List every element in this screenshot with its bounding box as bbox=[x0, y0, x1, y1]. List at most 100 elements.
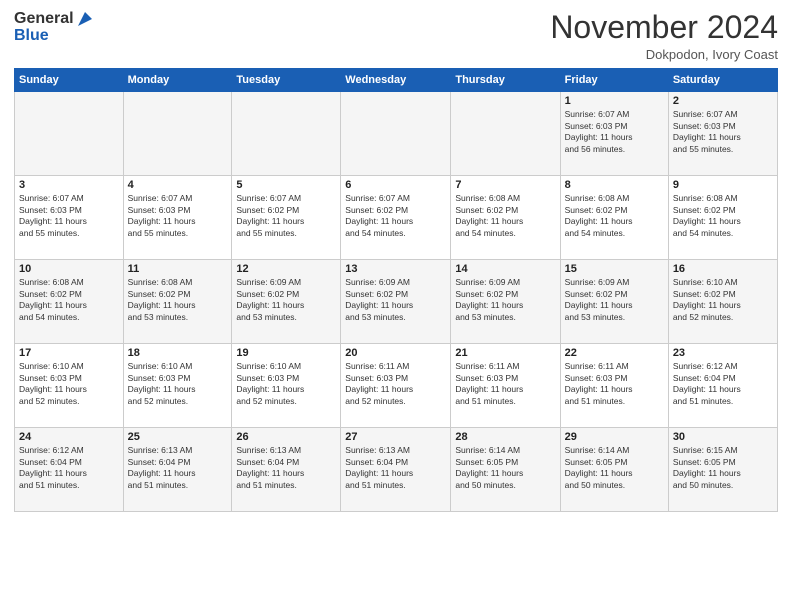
logo-blue: Blue bbox=[14, 28, 49, 44]
calendar-week-1: 1Sunrise: 6:07 AM Sunset: 6:03 PM Daylig… bbox=[15, 92, 778, 176]
day-number: 20 bbox=[345, 347, 446, 359]
day-info: Sunrise: 6:13 AM Sunset: 6:04 PM Dayligh… bbox=[345, 445, 446, 491]
day-number: 26 bbox=[236, 431, 336, 443]
calendar-cell: 10 Sunrise: 6:08 AM Sunset: 6:02 PM Dayli… bbox=[15, 260, 124, 344]
day-info: Sunrise: 6:08 AM Sunset: 6:02 PM Dayligh… bbox=[565, 193, 664, 239]
day-info: Sunrise: 6:10 AM Sunset: 6:02 PM Dayligh… bbox=[673, 277, 773, 323]
calendar-header-friday: Friday bbox=[560, 69, 668, 92]
day-number: 7 bbox=[455, 179, 555, 191]
calendar-cell: 16 Sunrise: 6:10 AM Sunset: 6:02 PM Dayli… bbox=[668, 260, 777, 344]
day-number: 21 bbox=[455, 347, 555, 359]
day-info: Sunrise: 6:11 AM Sunset: 6:03 PM Dayligh… bbox=[345, 361, 446, 407]
day-number: 5 bbox=[236, 179, 336, 191]
calendar-header-sunday: Sunday bbox=[15, 69, 124, 92]
calendar-cell: 27Sunrise: 6:13 AM Sunset: 6:04 PM Dayli… bbox=[341, 428, 451, 512]
calendar-cell: 11Sunrise: 6:08 AM Sunset: 6:02 PM Dayli… bbox=[123, 260, 232, 344]
day-number: 24 bbox=[19, 431, 119, 443]
calendar-cell: 17 Sunrise: 6:10 AM Sunset: 6:03 PM Dayli… bbox=[15, 344, 124, 428]
day-info: Sunrise: 6:08 AM Sunset: 6:02 PM Dayligh… bbox=[19, 277, 119, 323]
day-info: Sunrise: 6:07 AM Sunset: 6:03 PM Dayligh… bbox=[19, 193, 119, 239]
logo-general: General bbox=[14, 10, 74, 27]
day-number: 16 bbox=[673, 263, 773, 275]
calendar-cell: 12 Sunrise: 6:09 AM Sunset: 6:02 PM Dayli… bbox=[232, 260, 341, 344]
day-number: 6 bbox=[345, 179, 446, 191]
calendar-cell: 19 Sunrise: 6:10 AM Sunset: 6:03 PM Dayli… bbox=[232, 344, 341, 428]
calendar: SundayMondayTuesdayWednesdayThursdayFrid… bbox=[14, 68, 778, 512]
day-info: Sunrise: 6:14 AM Sunset: 6:05 PM Dayligh… bbox=[455, 445, 555, 491]
day-info: Sunrise: 6:13 AM Sunset: 6:04 PM Dayligh… bbox=[128, 445, 228, 491]
calendar-cell: 26 Sunrise: 6:13 AM Sunset: 6:04 PM Dayli… bbox=[232, 428, 341, 512]
calendar-cell: 7 Sunrise: 6:08 AM Sunset: 6:02 PM Daylig… bbox=[451, 176, 560, 260]
calendar-cell: 6 Sunrise: 6:07 AM Sunset: 6:02 PM Daylig… bbox=[341, 176, 451, 260]
calendar-cell: 13Sunrise: 6:09 AM Sunset: 6:02 PM Dayli… bbox=[341, 260, 451, 344]
logo: General Blue bbox=[14, 10, 94, 44]
location: Dokpodon, Ivory Coast bbox=[550, 47, 778, 62]
day-number: 15 bbox=[565, 263, 664, 275]
day-number: 12 bbox=[236, 263, 336, 275]
calendar-header-thursday: Thursday bbox=[451, 69, 560, 92]
day-number: 3 bbox=[19, 179, 119, 191]
calendar-week-3: 10 Sunrise: 6:08 AM Sunset: 6:02 PM Dayli… bbox=[15, 260, 778, 344]
day-number: 10 bbox=[19, 263, 119, 275]
day-number: 8 bbox=[565, 179, 664, 191]
day-number: 4 bbox=[128, 179, 228, 191]
logo-icon bbox=[76, 10, 94, 28]
day-info: Sunrise: 6:07 AM Sunset: 6:03 PM Dayligh… bbox=[128, 193, 228, 239]
day-info: Sunrise: 6:07 AM Sunset: 6:02 PM Dayligh… bbox=[236, 193, 336, 239]
day-number: 2 bbox=[673, 95, 773, 107]
title-block: November 2024 Dokpodon, Ivory Coast bbox=[550, 10, 778, 62]
calendar-cell: 20 Sunrise: 6:11 AM Sunset: 6:03 PM Dayli… bbox=[341, 344, 451, 428]
calendar-cell: 18Sunrise: 6:10 AM Sunset: 6:03 PM Dayli… bbox=[123, 344, 232, 428]
day-number: 28 bbox=[455, 431, 555, 443]
calendar-week-2: 3 Sunrise: 6:07 AM Sunset: 6:03 PM Daylig… bbox=[15, 176, 778, 260]
day-info: Sunrise: 6:08 AM Sunset: 6:02 PM Dayligh… bbox=[455, 193, 555, 239]
day-number: 14 bbox=[455, 263, 555, 275]
day-info: Sunrise: 6:09 AM Sunset: 6:02 PM Dayligh… bbox=[565, 277, 664, 323]
calendar-cell: 2Sunrise: 6:07 AM Sunset: 6:03 PM Daylig… bbox=[668, 92, 777, 176]
day-number: 25 bbox=[128, 431, 228, 443]
day-number: 30 bbox=[673, 431, 773, 443]
day-info: Sunrise: 6:10 AM Sunset: 6:03 PM Dayligh… bbox=[128, 361, 228, 407]
calendar-cell: 25 Sunrise: 6:13 AM Sunset: 6:04 PM Dayli… bbox=[123, 428, 232, 512]
day-info: Sunrise: 6:08 AM Sunset: 6:02 PM Dayligh… bbox=[128, 277, 228, 323]
day-info: Sunrise: 6:11 AM Sunset: 6:03 PM Dayligh… bbox=[565, 361, 664, 407]
day-number: 17 bbox=[19, 347, 119, 359]
day-number: 22 bbox=[565, 347, 664, 359]
calendar-header-tuesday: Tuesday bbox=[232, 69, 341, 92]
calendar-header-row: SundayMondayTuesdayWednesdayThursdayFrid… bbox=[15, 69, 778, 92]
calendar-cell: 14Sunrise: 6:09 AM Sunset: 6:02 PM Dayli… bbox=[451, 260, 560, 344]
day-info: Sunrise: 6:12 AM Sunset: 6:04 PM Dayligh… bbox=[19, 445, 119, 491]
calendar-week-4: 17 Sunrise: 6:10 AM Sunset: 6:03 PM Dayli… bbox=[15, 344, 778, 428]
day-number: 19 bbox=[236, 347, 336, 359]
calendar-cell: 4 Sunrise: 6:07 AM Sunset: 6:03 PM Daylig… bbox=[123, 176, 232, 260]
day-info: Sunrise: 6:07 AM Sunset: 6:02 PM Dayligh… bbox=[345, 193, 446, 239]
calendar-cell: 23 Sunrise: 6:12 AM Sunset: 6:04 PM Dayli… bbox=[668, 344, 777, 428]
calendar-cell: 8 Sunrise: 6:08 AM Sunset: 6:02 PM Daylig… bbox=[560, 176, 668, 260]
calendar-cell: 15 Sunrise: 6:09 AM Sunset: 6:02 PM Dayli… bbox=[560, 260, 668, 344]
day-number: 23 bbox=[673, 347, 773, 359]
calendar-header-wednesday: Wednesday bbox=[341, 69, 451, 92]
day-info: Sunrise: 6:10 AM Sunset: 6:03 PM Dayligh… bbox=[236, 361, 336, 407]
day-info: Sunrise: 6:10 AM Sunset: 6:03 PM Dayligh… bbox=[19, 361, 119, 407]
day-number: 1 bbox=[565, 95, 664, 107]
calendar-header-monday: Monday bbox=[123, 69, 232, 92]
calendar-cell: 3 Sunrise: 6:07 AM Sunset: 6:03 PM Daylig… bbox=[15, 176, 124, 260]
day-number: 29 bbox=[565, 431, 664, 443]
calendar-cell: 29Sunrise: 6:14 AM Sunset: 6:05 PM Dayli… bbox=[560, 428, 668, 512]
day-info: Sunrise: 6:13 AM Sunset: 6:04 PM Dayligh… bbox=[236, 445, 336, 491]
calendar-cell bbox=[451, 92, 560, 176]
day-number: 9 bbox=[673, 179, 773, 191]
day-info: Sunrise: 6:09 AM Sunset: 6:02 PM Dayligh… bbox=[236, 277, 336, 323]
calendar-cell bbox=[15, 92, 124, 176]
month-title: November 2024 bbox=[550, 10, 778, 45]
calendar-cell: 22 Sunrise: 6:11 AM Sunset: 6:03 PM Dayli… bbox=[560, 344, 668, 428]
calendar-header-saturday: Saturday bbox=[668, 69, 777, 92]
day-info: Sunrise: 6:08 AM Sunset: 6:02 PM Dayligh… bbox=[673, 193, 773, 239]
day-info: Sunrise: 6:15 AM Sunset: 6:05 PM Dayligh… bbox=[673, 445, 773, 491]
day-info: Sunrise: 6:12 AM Sunset: 6:04 PM Dayligh… bbox=[673, 361, 773, 407]
logo-text: General bbox=[14, 10, 94, 28]
calendar-cell bbox=[341, 92, 451, 176]
page: General Blue November 2024 Dokpodon, Ivo… bbox=[0, 0, 792, 612]
day-info: Sunrise: 6:11 AM Sunset: 6:03 PM Dayligh… bbox=[455, 361, 555, 407]
calendar-cell: 24 Sunrise: 6:12 AM Sunset: 6:04 PM Dayli… bbox=[15, 428, 124, 512]
